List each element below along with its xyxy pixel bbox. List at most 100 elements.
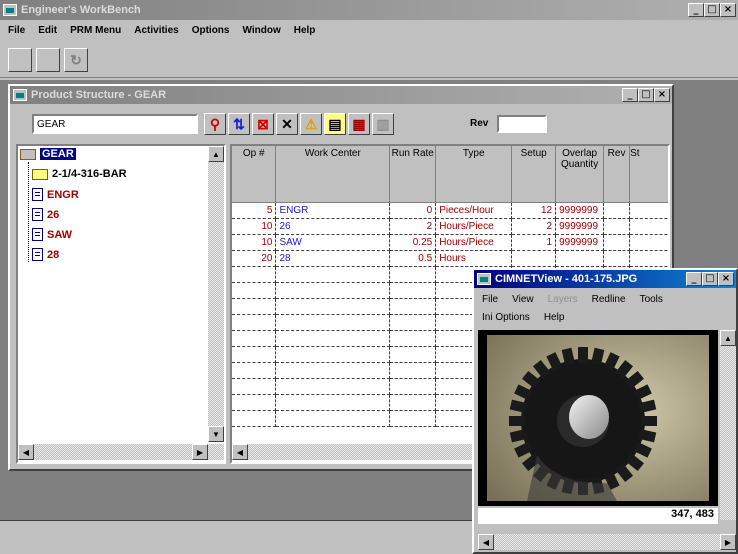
part-search-input[interactable] — [32, 114, 198, 134]
product-window-titlebar: Product Structure - GEAR _ □ × — [10, 86, 672, 104]
menu-options[interactable]: Options — [192, 25, 230, 36]
cell-rev[interactable] — [603, 202, 631, 219]
col-overlap[interactable]: Overlap Quantity — [555, 146, 605, 203]
menu-file[interactable]: File — [8, 25, 25, 36]
table-row[interactable]: 5 ENGR 0 Pieces/Hour 12 9999999 — [232, 202, 668, 219]
grid-scroll-left-button[interactable]: ◀ — [232, 444, 248, 460]
cell-run-rate[interactable]: 0 — [389, 202, 437, 219]
cell-setup[interactable] — [511, 250, 557, 267]
viewer-vscrollbar[interactable]: ▲ — [720, 330, 736, 520]
scroll-up-button[interactable]: ▲ — [208, 146, 224, 162]
cell-setup[interactable]: 12 — [511, 202, 557, 219]
table-row[interactable]: 10 26 2 Hours/Piece 2 9999999 — [232, 218, 668, 235]
cell-setup[interactable]: 1 — [511, 234, 557, 251]
cell-run-rate[interactable]: 0.5 — [389, 250, 437, 267]
cell-op[interactable]: 20 — [232, 250, 277, 267]
disabled-button[interactable]: ▥ — [372, 113, 394, 135]
delete-button[interactable]: ✕ — [276, 113, 298, 135]
col-type[interactable]: Type — [435, 146, 513, 203]
cell-run-rate[interactable]: 0.25 — [389, 234, 437, 251]
cell-overlap[interactable]: 9999999 — [555, 218, 605, 235]
sort-button[interactable]: ⇅ — [228, 113, 250, 135]
cell-rev[interactable] — [603, 250, 631, 267]
viewer-close-button[interactable]: × — [718, 272, 734, 286]
grid-view-button[interactable]: ▦ — [348, 113, 370, 135]
cell-rev[interactable] — [603, 234, 631, 251]
viewer-scroll-up-button[interactable]: ▲ — [720, 330, 736, 346]
tree-item[interactable]: ENGR — [32, 188, 79, 201]
col-setup[interactable]: Setup — [511, 146, 557, 203]
viewer-menu-file[interactable]: File — [482, 294, 498, 305]
cell-work-center[interactable]: 26 — [275, 218, 391, 235]
viewer-hscrollbar[interactable]: ◀ ▶ — [478, 534, 736, 550]
menu-help[interactable]: Help — [294, 25, 316, 36]
scroll-right-button[interactable]: ▶ — [192, 444, 208, 460]
viewer-menu-redline[interactable]: Redline — [592, 294, 626, 305]
tree-vscrollbar[interactable]: ▲ ▼ — [208, 146, 224, 442]
cell-work-center[interactable]: SAW — [275, 234, 391, 251]
cell-type[interactable]: Hours/Piece — [435, 218, 513, 235]
tree-hscrollbar[interactable]: ◀ ▶ — [18, 444, 224, 460]
close-button[interactable]: × — [720, 3, 736, 17]
tree-root[interactable]: GEAR — [20, 148, 76, 160]
menu-edit[interactable]: Edit — [38, 25, 57, 36]
viewer-minimize-button[interactable]: _ — [686, 272, 702, 286]
table-row[interactable]: 10 SAW 0.25 Hours/Piece 1 9999999 — [232, 234, 668, 251]
col-status[interactable]: St — [629, 146, 668, 203]
col-run-rate[interactable]: Run Rate — [389, 146, 437, 203]
pw-minimize-button[interactable]: _ — [622, 88, 638, 102]
maximize-button[interactable]: □ — [704, 3, 720, 17]
new-button[interactable] — [8, 48, 32, 72]
tree-item[interactable]: SAW — [32, 228, 72, 241]
warning-button[interactable]: ⚠ — [300, 113, 322, 135]
cell-type[interactable]: Pieces/Hour — [435, 202, 513, 219]
cell-overlap[interactable]: 9999999 — [555, 202, 605, 219]
viewer-menu-view[interactable]: View — [512, 294, 534, 305]
cell-op[interactable]: 10 — [232, 218, 277, 235]
table-row[interactable]: 20 28 0.5 Hours — [232, 250, 668, 267]
col-work-center[interactable]: Work Center — [275, 146, 391, 203]
cell-type[interactable]: Hours/Piece — [435, 234, 513, 251]
viewer-menu-ini-options[interactable]: Ini Options — [482, 312, 530, 323]
tree-item[interactable]: 2-1/4-316-BAR — [32, 168, 127, 180]
refresh-button[interactable]: ↻ — [64, 48, 88, 72]
viewer-menu-tools[interactable]: Tools — [640, 294, 663, 305]
cell-run-rate[interactable]: 2 — [389, 218, 437, 235]
scroll-down-button[interactable]: ▼ — [208, 426, 224, 442]
tree-item[interactable]: 26 — [32, 208, 59, 221]
open-button[interactable] — [36, 48, 60, 72]
cell-work-center[interactable]: ENGR — [275, 202, 391, 219]
cell-overlap[interactable] — [555, 250, 605, 267]
cell-overlap[interactable]: 9999999 — [555, 234, 605, 251]
viewer-scroll-left-button[interactable]: ◀ — [478, 534, 494, 550]
menu-window[interactable]: Window — [242, 25, 280, 36]
cell-type[interactable]: Hours — [435, 250, 513, 267]
cell-status[interactable] — [629, 234, 668, 251]
pin-button[interactable]: ⚲ — [204, 113, 226, 135]
remove-button[interactable]: ⊠ — [252, 113, 274, 135]
cell-status[interactable] — [629, 250, 668, 267]
viewer-menu-layers[interactable]: Layers — [548, 294, 578, 305]
col-rev[interactable]: Rev — [603, 146, 631, 203]
viewer-maximize-button[interactable]: □ — [702, 272, 718, 286]
minimize-button[interactable]: _ — [688, 3, 704, 17]
cell-work-center[interactable]: 28 — [275, 250, 391, 267]
menu-activities[interactable]: Activities — [134, 25, 178, 36]
tree-view-button[interactable]: ▤ — [324, 113, 346, 135]
viewer-menu-help[interactable]: Help — [544, 312, 565, 323]
cell-op[interactable]: 10 — [232, 234, 277, 251]
menu-prm[interactable]: PRM Menu — [70, 25, 121, 36]
cell-rev[interactable] — [603, 218, 631, 235]
cell-op[interactable]: 5 — [232, 202, 277, 219]
cell-setup[interactable]: 2 — [511, 218, 557, 235]
viewer-scroll-right-button[interactable]: ▶ — [720, 534, 736, 550]
rev-input[interactable] — [497, 115, 547, 133]
tree-item[interactable]: 28 — [32, 248, 59, 261]
col-op[interactable]: Op # — [232, 146, 277, 203]
pw-close-button[interactable]: × — [654, 88, 670, 102]
cell-status[interactable] — [629, 202, 668, 219]
pw-maximize-button[interactable]: □ — [638, 88, 654, 102]
cell-status[interactable] — [629, 218, 668, 235]
scroll-left-button[interactable]: ◀ — [18, 444, 34, 460]
rev-label: Rev — [470, 118, 489, 129]
